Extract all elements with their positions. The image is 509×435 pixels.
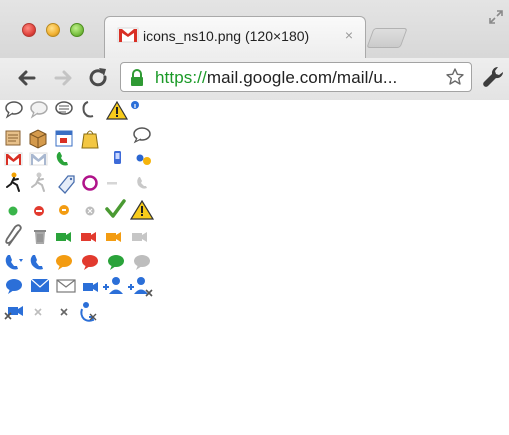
phone-person-icon	[80, 302, 97, 322]
gmail-icon	[117, 27, 139, 43]
video-blue-icon	[83, 282, 98, 292]
address-bar[interactable]: https://mail.google.com/mail/u...	[120, 62, 472, 92]
browser-tab[interactable]: icons_ns10.png (120×180) ×	[104, 16, 366, 58]
notebook-icon	[5, 130, 21, 146]
forward-arrow-icon[interactable]	[50, 65, 76, 91]
close-gray-icon	[34, 308, 42, 316]
video-blue-x-icon	[4, 306, 23, 320]
trash-icon	[34, 230, 46, 244]
warning-triangle-icon	[129, 199, 155, 220]
close-window-button[interactable]	[22, 23, 36, 37]
orkut-ring-icon	[82, 175, 98, 191]
paperclip-icon	[5, 224, 22, 246]
shopping-bag-icon	[81, 130, 99, 149]
video-orange-icon	[106, 232, 121, 242]
video-green-icon	[56, 232, 71, 242]
phone-dropdown-icon	[5, 255, 23, 270]
url-text[interactable]: https://mail.google.com/mail/u...	[155, 68, 397, 88]
aim-runner-icon	[6, 172, 20, 192]
package-icon	[29, 129, 47, 149]
info-icon	[131, 101, 139, 109]
speech-bubble-icon	[5, 101, 23, 119]
close-tab-icon[interactable]: ×	[345, 27, 353, 43]
chat-gray-icon	[134, 255, 150, 270]
back-arrow-icon[interactable]	[14, 65, 40, 91]
speech-bubble-gray-icon	[30, 101, 48, 119]
add-person-plus-icon	[128, 277, 153, 297]
people-icon	[136, 154, 151, 165]
zoom-window-button[interactable]	[70, 23, 84, 37]
fullscreen-icon[interactable]	[489, 10, 503, 24]
url-scheme: https://	[155, 68, 207, 87]
chat-list-icon	[55, 101, 73, 115]
minimize-window-button[interactable]	[46, 23, 60, 37]
status-gray-icon	[85, 206, 95, 216]
phone-gray-icon	[137, 177, 147, 189]
phone-green-icon	[56, 152, 68, 166]
page-content	[0, 101, 509, 435]
video-red-icon	[81, 232, 96, 242]
tag-icon	[58, 175, 75, 194]
chat-blue-icon	[6, 279, 22, 294]
lock-icon[interactable]	[129, 69, 145, 87]
mobile-phone-icon	[114, 151, 121, 164]
checkmark-icon	[105, 199, 126, 218]
close-dark-icon	[60, 308, 68, 316]
new-tab-button[interactable]	[366, 28, 408, 48]
status-green-icon	[8, 206, 18, 216]
chat-green-icon	[108, 255, 124, 270]
chat-orange-icon	[56, 255, 72, 270]
toolbar: https://mail.google.com/mail/u...	[0, 58, 509, 100]
reload-icon[interactable]	[85, 65, 111, 91]
browser-chrome: icons_ns10.png (120×180) × https://mail.…	[0, 0, 509, 100]
add-person-icon	[103, 277, 123, 294]
tab-title: icons_ns10.png (120×180)	[143, 28, 310, 44]
speech-bubble-outline-icon	[133, 127, 151, 144]
status-orange-icon	[59, 205, 69, 215]
chat-red-icon	[82, 255, 98, 270]
gmail-gray-icon	[29, 152, 48, 166]
gmail-red-icon	[4, 152, 23, 166]
wrench-icon[interactable]	[480, 64, 506, 90]
phone-handset-icon	[82, 101, 94, 118]
sprite-sheet-image	[4, 101, 155, 322]
url-rest: mail.google.com/mail/u...	[206, 68, 398, 87]
envelope-outline-icon	[56, 279, 76, 293]
dash-icon	[107, 182, 117, 185]
bookmark-star-icon[interactable]	[445, 67, 465, 87]
calendar-icon	[55, 130, 73, 147]
phone-blue-icon	[30, 255, 43, 270]
aim-runner-gray-icon	[31, 172, 45, 192]
warning-triangle-icon	[105, 101, 129, 120]
video-gray-icon	[132, 232, 147, 242]
envelope-blue-icon	[30, 278, 50, 292]
status-red-icon	[34, 206, 44, 216]
